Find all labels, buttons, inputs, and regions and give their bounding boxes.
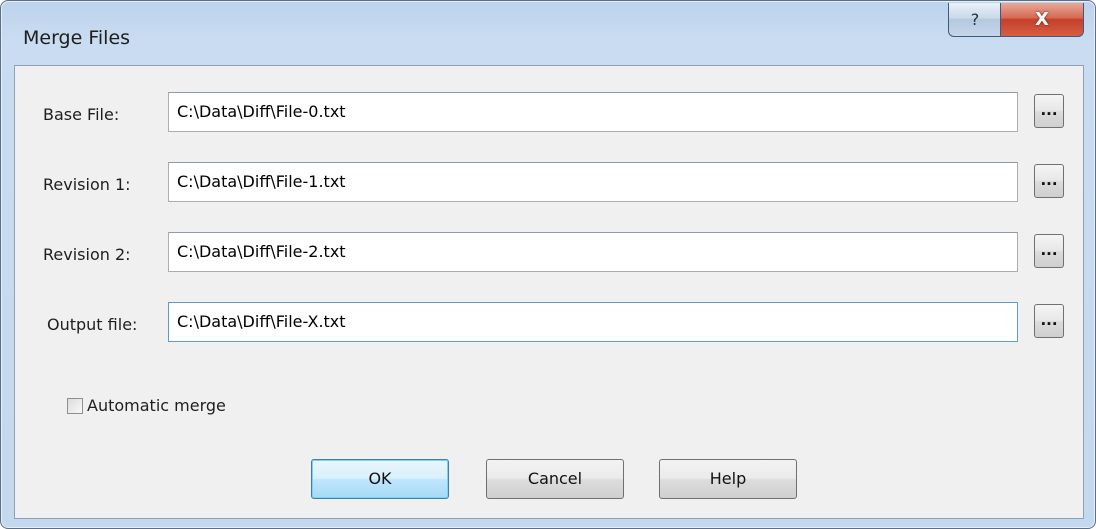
base-file-browse-button[interactable]: ...	[1034, 94, 1064, 128]
revision-2-label: Revision 2:	[43, 245, 131, 264]
revision-1-input[interactable]: C:\Data\Diff\File-1.txt	[168, 162, 1018, 202]
base-file-label: Base File:	[43, 105, 120, 124]
output-file-label: Output file:	[47, 315, 138, 334]
ok-button[interactable]: OK	[311, 459, 449, 499]
output-file-browse-button[interactable]: ...	[1034, 304, 1064, 338]
revision-1-label: Revision 1:	[43, 175, 131, 194]
dialog-client-area: Base File: C:\Data\Diff\File-0.txt ... R…	[14, 65, 1084, 519]
close-icon: X	[1035, 9, 1049, 30]
base-file-row: Base File: C:\Data\Diff\File-0.txt ...	[15, 92, 1083, 136]
title-close-button[interactable]: X	[1000, 3, 1084, 37]
cancel-button[interactable]: Cancel	[486, 459, 624, 499]
revision-1-row: Revision 1: C:\Data\Diff\File-1.txt ...	[15, 162, 1083, 206]
base-file-input[interactable]: C:\Data\Diff\File-0.txt	[168, 92, 1018, 132]
revision-2-browse-button[interactable]: ...	[1034, 234, 1064, 268]
revision-2-input[interactable]: C:\Data\Diff\File-2.txt	[168, 232, 1018, 272]
automatic-merge-checkbox[interactable]	[67, 398, 83, 414]
merge-files-dialog: Merge Files ? X Base File: C:\Data\Diff\…	[0, 0, 1096, 529]
revision-2-row: Revision 2: C:\Data\Diff\File-2.txt ...	[15, 232, 1083, 276]
help-button[interactable]: Help	[659, 459, 797, 499]
output-file-input[interactable]: C:\Data\Diff\File-X.txt	[168, 302, 1018, 342]
automatic-merge-label: Automatic merge	[87, 396, 226, 415]
dialog-title: Merge Files	[23, 27, 131, 49]
question-mark-icon: ?	[970, 10, 980, 29]
revision-1-browse-button[interactable]: ...	[1034, 164, 1064, 198]
output-file-row: Output file: C:\Data\Diff\File-X.txt ...	[15, 302, 1083, 346]
title-help-button[interactable]: ?	[948, 3, 1002, 37]
